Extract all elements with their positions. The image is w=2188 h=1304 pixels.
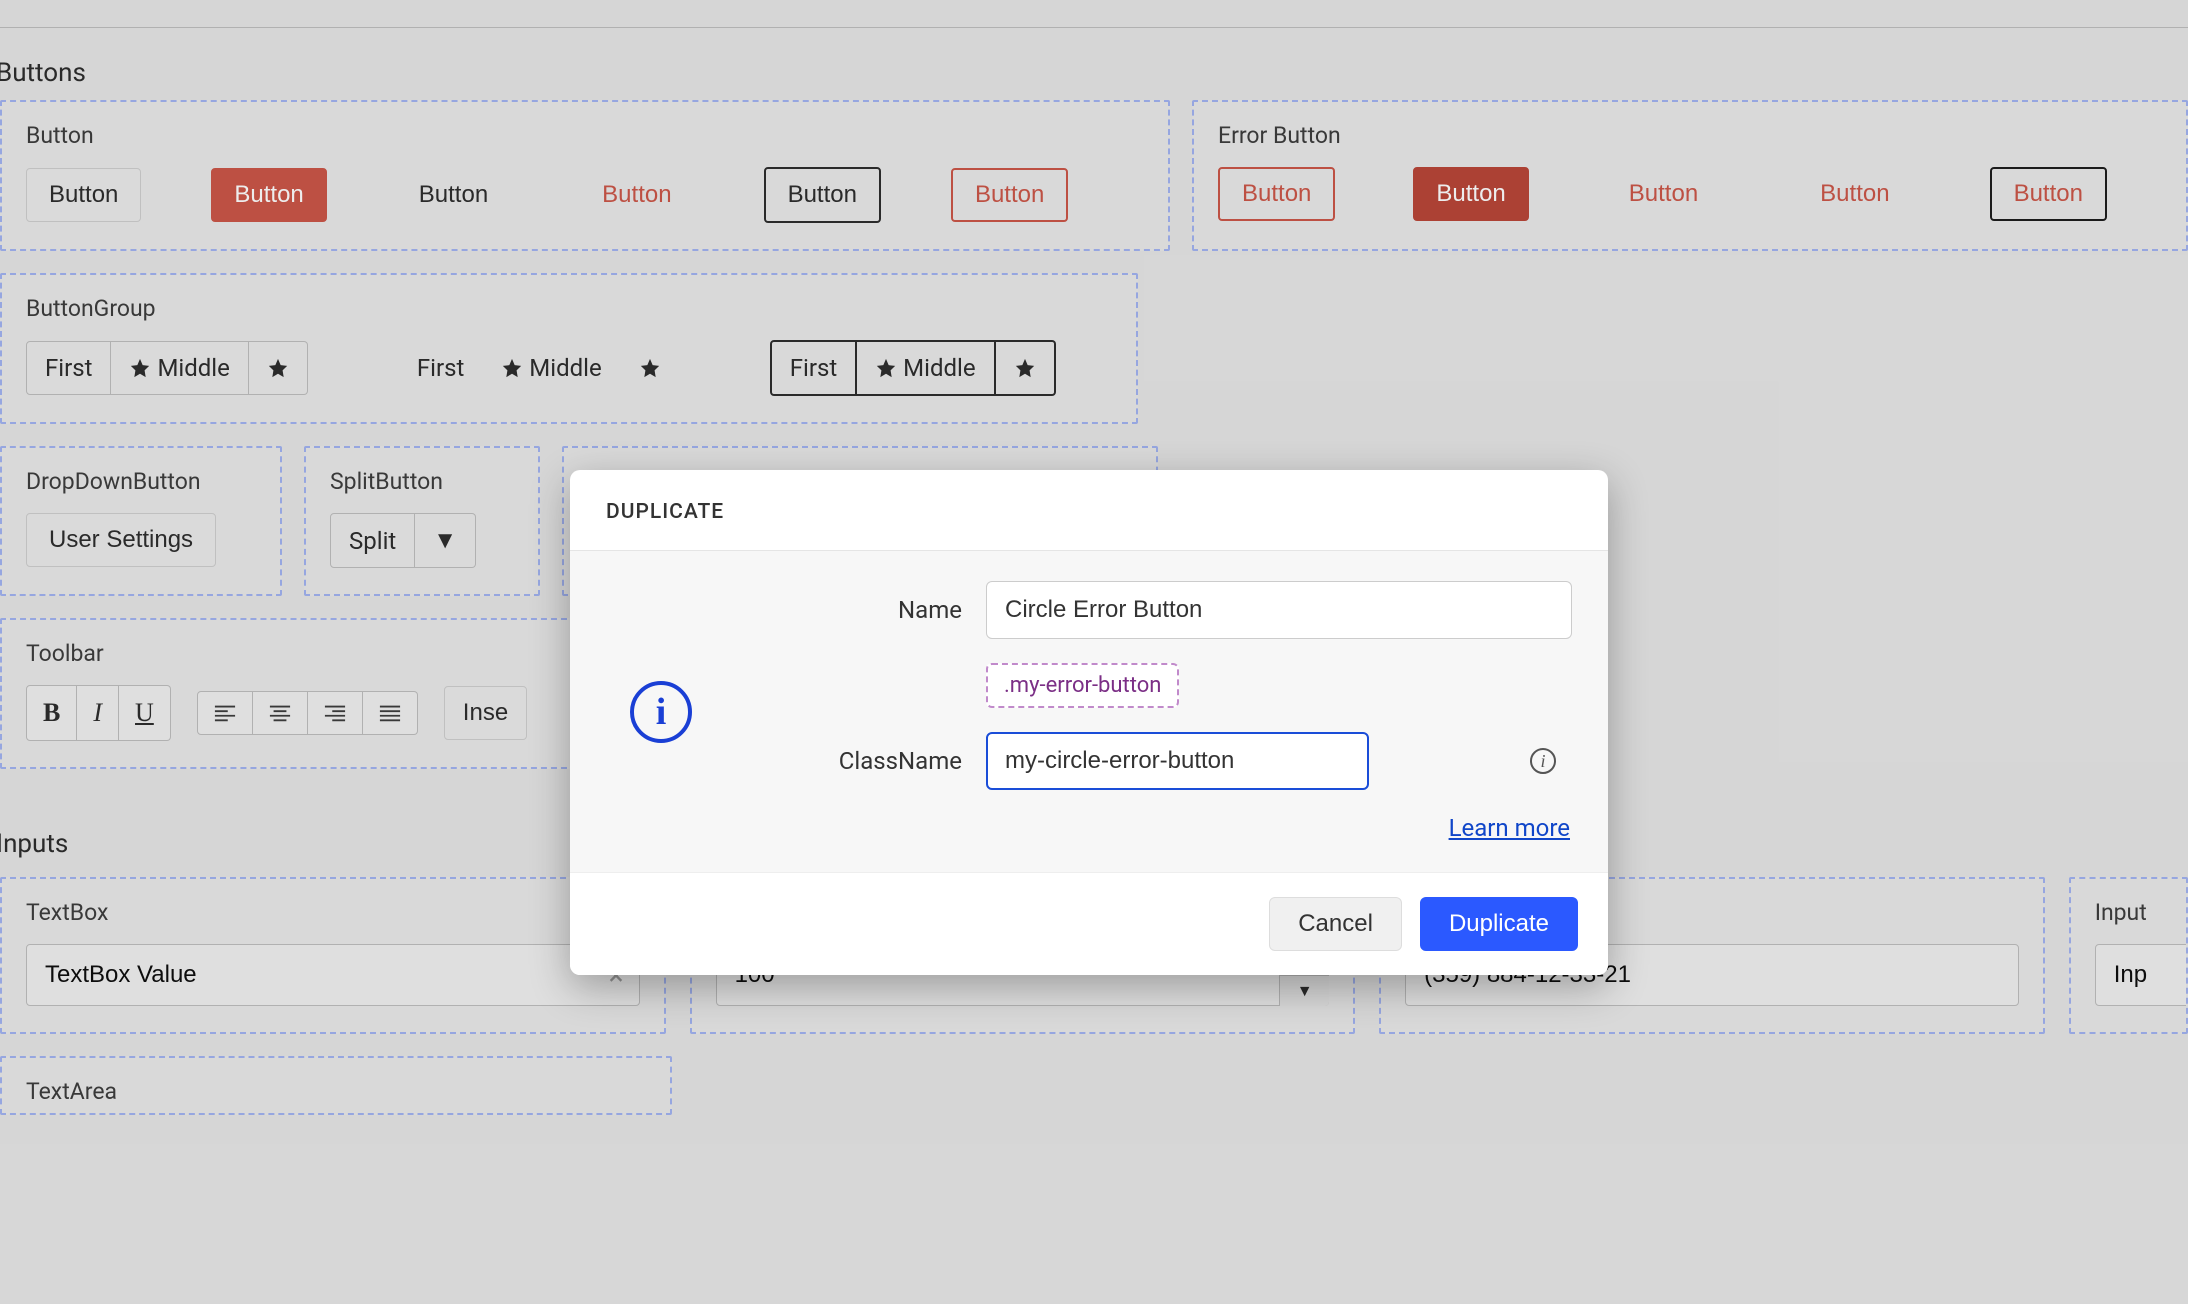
error-button-outline-black[interactable]: Button: [1990, 167, 2107, 221]
modal-title: DUPLICATE: [570, 470, 1608, 551]
star-icon: [129, 357, 151, 379]
error-button-outline[interactable]: Button: [1218, 167, 1335, 221]
name-input[interactable]: [986, 581, 1572, 639]
panel-button-group: ButtonGroup First Middle First Middle: [0, 273, 1138, 424]
field-info-icon[interactable]: i: [1530, 748, 1556, 774]
toolbar-align-justify[interactable]: [363, 691, 418, 735]
caret-down-icon: ▼: [1297, 981, 1313, 1001]
toolbar-insert-button[interactable]: Inse: [444, 686, 527, 740]
duplicate-button[interactable]: Duplicate: [1420, 897, 1578, 951]
classname-label: ClassName: [752, 747, 962, 775]
panel-button-group-label: ButtonGroup: [26, 295, 1112, 322]
error-button-flat-1[interactable]: Button: [1607, 168, 1720, 220]
button-primary[interactable]: Button: [211, 168, 326, 222]
panel-split-button-label: SplitButton: [330, 468, 514, 495]
toolbar-align-right[interactable]: [308, 691, 363, 735]
cancel-button[interactable]: Cancel: [1269, 897, 1402, 951]
learn-more-link[interactable]: Learn more: [1449, 814, 1570, 842]
section-buttons-title: Buttons: [0, 28, 2188, 88]
star-icon: [875, 357, 897, 379]
panel-input-cut-label: Input: [2095, 899, 2162, 926]
button-group-1-star[interactable]: [249, 341, 308, 395]
split-button-main[interactable]: Split: [330, 513, 415, 568]
toolbar-align-left[interactable]: [197, 691, 253, 735]
button-group-2-star[interactable]: [621, 341, 680, 395]
error-button-solid[interactable]: Button: [1413, 167, 1528, 221]
button-group-3-first[interactable]: First: [770, 340, 857, 396]
button-group-1-middle[interactable]: Middle: [111, 341, 248, 395]
panel-textarea-label: TextArea: [26, 1078, 646, 1105]
panel-dropdown-button-label: DropDownButton: [26, 468, 256, 495]
button-group-1-first[interactable]: First: [26, 341, 111, 395]
error-button-flat-2[interactable]: Button: [1798, 168, 1911, 220]
panel-textbox: TextBox ×: [0, 877, 666, 1034]
underline-icon: U: [135, 698, 154, 728]
input-cut-field[interactable]: [2095, 944, 2188, 1006]
star-icon: [1014, 357, 1036, 379]
duplicate-modal: DUPLICATE i Name .my-error-button ClassN…: [570, 470, 1608, 975]
classname-input[interactable]: [986, 732, 1369, 790]
split-button-dropdown[interactable]: ▼: [415, 513, 476, 568]
align-center-icon: [269, 704, 291, 722]
panel-button-label: Button: [26, 122, 1144, 149]
button-outline-red[interactable]: Button: [951, 168, 1068, 222]
toolbar-align-group: [197, 691, 418, 735]
panel-input-cut: Input: [2069, 877, 2188, 1034]
star-icon: [639, 357, 661, 379]
toolbar-formatting-group: B I U: [26, 685, 171, 741]
button-group-2: First Middle: [398, 341, 680, 395]
panel-textarea: TextArea: [0, 1056, 672, 1115]
panel-button: Button Button Button Button Button Butto…: [0, 100, 1170, 251]
info-icon: i: [630, 681, 692, 743]
textbox-input[interactable]: [26, 944, 640, 1006]
button-group-2-middle[interactable]: Middle: [483, 341, 620, 395]
chevron-down-icon: ▼: [433, 526, 457, 555]
spinner-down[interactable]: ▼: [1280, 975, 1329, 1007]
toolbar-underline[interactable]: U: [119, 685, 171, 741]
button-flat[interactable]: Button: [397, 169, 510, 221]
toolbar-align-center[interactable]: [253, 691, 308, 735]
button-group-3: First Middle: [770, 340, 1056, 396]
toolbar-bold[interactable]: B: [26, 685, 77, 741]
panel-error-button-label: Error Button: [1218, 122, 2162, 149]
button-group-2-first[interactable]: First: [398, 341, 483, 395]
button-group-3-star[interactable]: [996, 340, 1056, 396]
panel-textbox-label: TextBox: [26, 899, 640, 926]
italic-icon: I: [93, 698, 102, 728]
button-flat-red[interactable]: Button: [580, 169, 693, 221]
star-icon: [501, 357, 523, 379]
name-label: Name: [752, 596, 962, 624]
panel-error-button: Error Button Button Button Button Button…: [1192, 100, 2188, 251]
align-left-icon: [214, 704, 236, 722]
button-group-3-middle[interactable]: Middle: [857, 340, 995, 396]
panel-split-button: SplitButton Split ▼: [304, 446, 540, 596]
button-default[interactable]: Button: [26, 168, 141, 222]
align-justify-icon: [379, 704, 401, 722]
top-tabbar: [0, 0, 2188, 28]
bold-icon: B: [43, 698, 60, 728]
dropdown-button-user-settings[interactable]: User Settings: [26, 513, 216, 567]
align-right-icon: [324, 704, 346, 722]
star-icon: [267, 357, 289, 379]
panel-dropdown-button: DropDownButton User Settings: [0, 446, 282, 596]
classname-chip[interactable]: .my-error-button: [986, 663, 1179, 708]
button-group-1: First Middle: [26, 341, 308, 395]
toolbar-italic[interactable]: I: [77, 685, 119, 741]
button-outline[interactable]: Button: [764, 167, 881, 223]
